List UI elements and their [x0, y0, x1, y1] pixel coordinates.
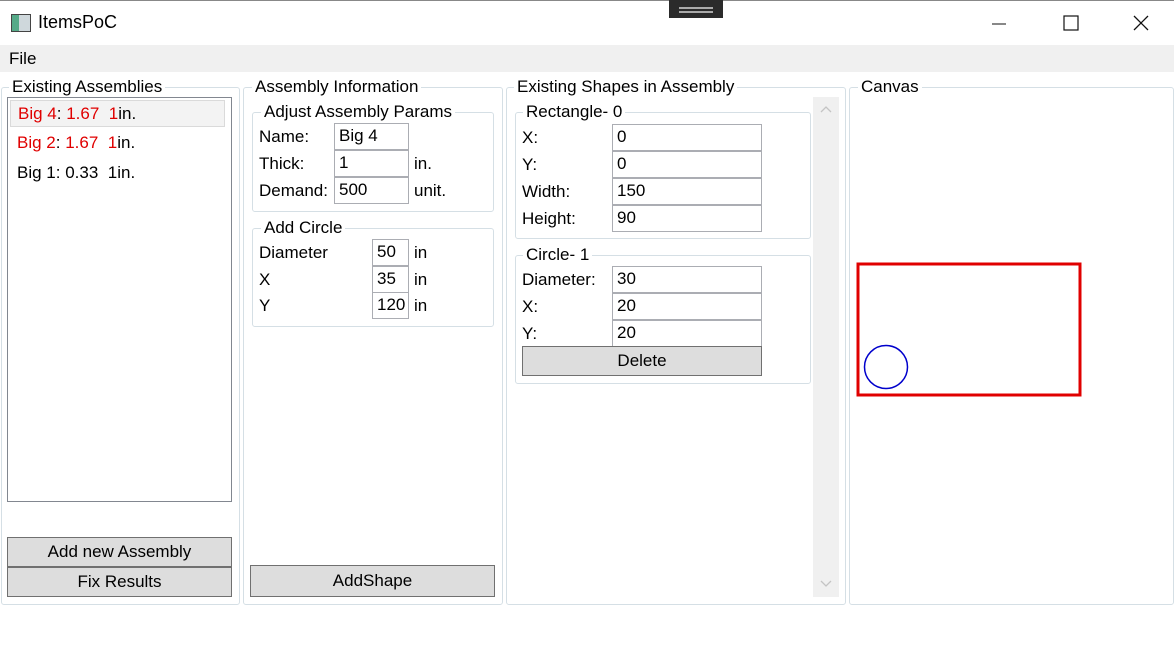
shape-circle-diameter-label: Diameter:	[522, 270, 596, 289]
circle-diameter-unit: in	[414, 243, 428, 262]
circle-y-input[interactable]: 120	[372, 292, 409, 319]
assembly-list[interactable]: Big 4: 1.67 1in. Big 2: 1.67 1in. Big 1: 0…	[7, 97, 232, 502]
existing-assemblies-legend: Existing Assemblies	[9, 78, 166, 96]
rect-x-label: X:	[522, 128, 539, 147]
assembly-value: 1.67	[65, 133, 99, 152]
rect-width-input[interactable]: 150	[612, 178, 762, 205]
circle-diameter-input[interactable]: 50	[372, 239, 409, 266]
assembly-list-item[interactable]: Big 2: 1.67 1in.	[10, 130, 225, 157]
rect-x-input[interactable]: 0	[612, 124, 762, 151]
rect-height-label: Height:	[522, 209, 576, 228]
drawing-canvas[interactable]	[850, 97, 1170, 597]
canvas-circle[interactable]	[863, 344, 909, 390]
maximize-button[interactable]	[1048, 8, 1094, 38]
assembly-unit: in.	[118, 104, 137, 123]
assembly-list-item[interactable]: Big 4: 1.67 1in.	[10, 100, 225, 127]
scroll-down-icon[interactable]	[820, 580, 832, 588]
thick-label: Thick:	[259, 154, 305, 173]
assembly-unit: in.	[117, 163, 136, 182]
assembly-unit: in.	[117, 133, 136, 152]
assembly-list-item[interactable]: Big 1: 0.33 1in.	[10, 160, 225, 187]
close-icon	[1133, 15, 1149, 31]
menu-file[interactable]: File	[9, 49, 36, 69]
shape-circle-y-label: Y:	[522, 324, 538, 343]
demand-label: Demand:	[259, 181, 328, 200]
rect-y-input[interactable]: 0	[612, 151, 762, 178]
shapes-scrollbar[interactable]	[813, 97, 839, 597]
assembly-thick: 1	[107, 163, 118, 182]
app-icon	[11, 14, 31, 32]
assembly-name: Big 4	[18, 104, 57, 123]
shape-circle-diameter-input[interactable]: 30	[612, 266, 762, 293]
add-new-assembly-button[interactable]: Add new Assembly	[7, 537, 232, 567]
name-input[interactable]: Big 4	[334, 123, 409, 150]
close-button[interactable]	[1118, 8, 1164, 38]
maximize-icon	[1063, 15, 1079, 31]
demand-unit: unit.	[414, 181, 447, 200]
shape-circle-y-input[interactable]: 20	[612, 320, 762, 347]
rect-height-input[interactable]: 90	[612, 205, 762, 232]
rect-y-label: Y:	[522, 155, 538, 174]
shape-circle-x-label: X:	[522, 297, 539, 316]
circle-y-unit: in	[414, 296, 428, 315]
existing-shapes-legend: Existing Shapes in Assembly	[514, 78, 738, 96]
minimize-button[interactable]	[976, 8, 1022, 38]
canvas-legend: Canvas	[858, 78, 922, 96]
circle-x-input[interactable]: 35	[372, 266, 409, 293]
menu-bar	[0, 45, 1174, 72]
minimize-icon	[992, 23, 1006, 25]
adjust-params-legend: Adjust Assembly Params	[261, 103, 456, 121]
canvas-rectangle[interactable]	[856, 262, 1082, 397]
drag-handle[interactable]	[669, 0, 723, 18]
thick-unit: in.	[414, 154, 432, 173]
circle-x-unit: in	[414, 270, 428, 289]
circle-diameter-label: Diameter	[259, 243, 328, 262]
assembly-value: 1.67	[66, 104, 100, 123]
assembly-thick: 1	[108, 104, 119, 123]
demand-input[interactable]: 500	[334, 177, 409, 204]
circle-y-label: Y	[259, 296, 271, 315]
assembly-thick: 1	[107, 133, 118, 152]
rectangle-legend: Rectangle- 0	[523, 103, 626, 121]
fix-results-button[interactable]: Fix Results	[7, 567, 232, 597]
add-shape-button[interactable]: AddShape	[250, 565, 495, 597]
assembly-value: 0.33	[65, 163, 99, 182]
add-circle-legend: Add Circle	[261, 219, 346, 237]
circle-legend: Circle- 1	[523, 246, 593, 264]
delete-button[interactable]: Delete	[522, 346, 762, 376]
rect-width-label: Width:	[522, 182, 571, 201]
shape-circle-x-input[interactable]: 20	[612, 293, 762, 320]
circle-x-label: X	[259, 270, 271, 289]
assembly-information-legend: Assembly Information	[252, 78, 422, 96]
thick-input[interactable]: 1	[334, 150, 409, 177]
assembly-name: Big 2	[17, 133, 56, 152]
window-title: ItemsPoC	[38, 12, 118, 32]
assembly-name: Big 1	[17, 163, 56, 182]
scroll-up-icon[interactable]	[820, 105, 832, 113]
name-label: Name:	[259, 127, 310, 146]
